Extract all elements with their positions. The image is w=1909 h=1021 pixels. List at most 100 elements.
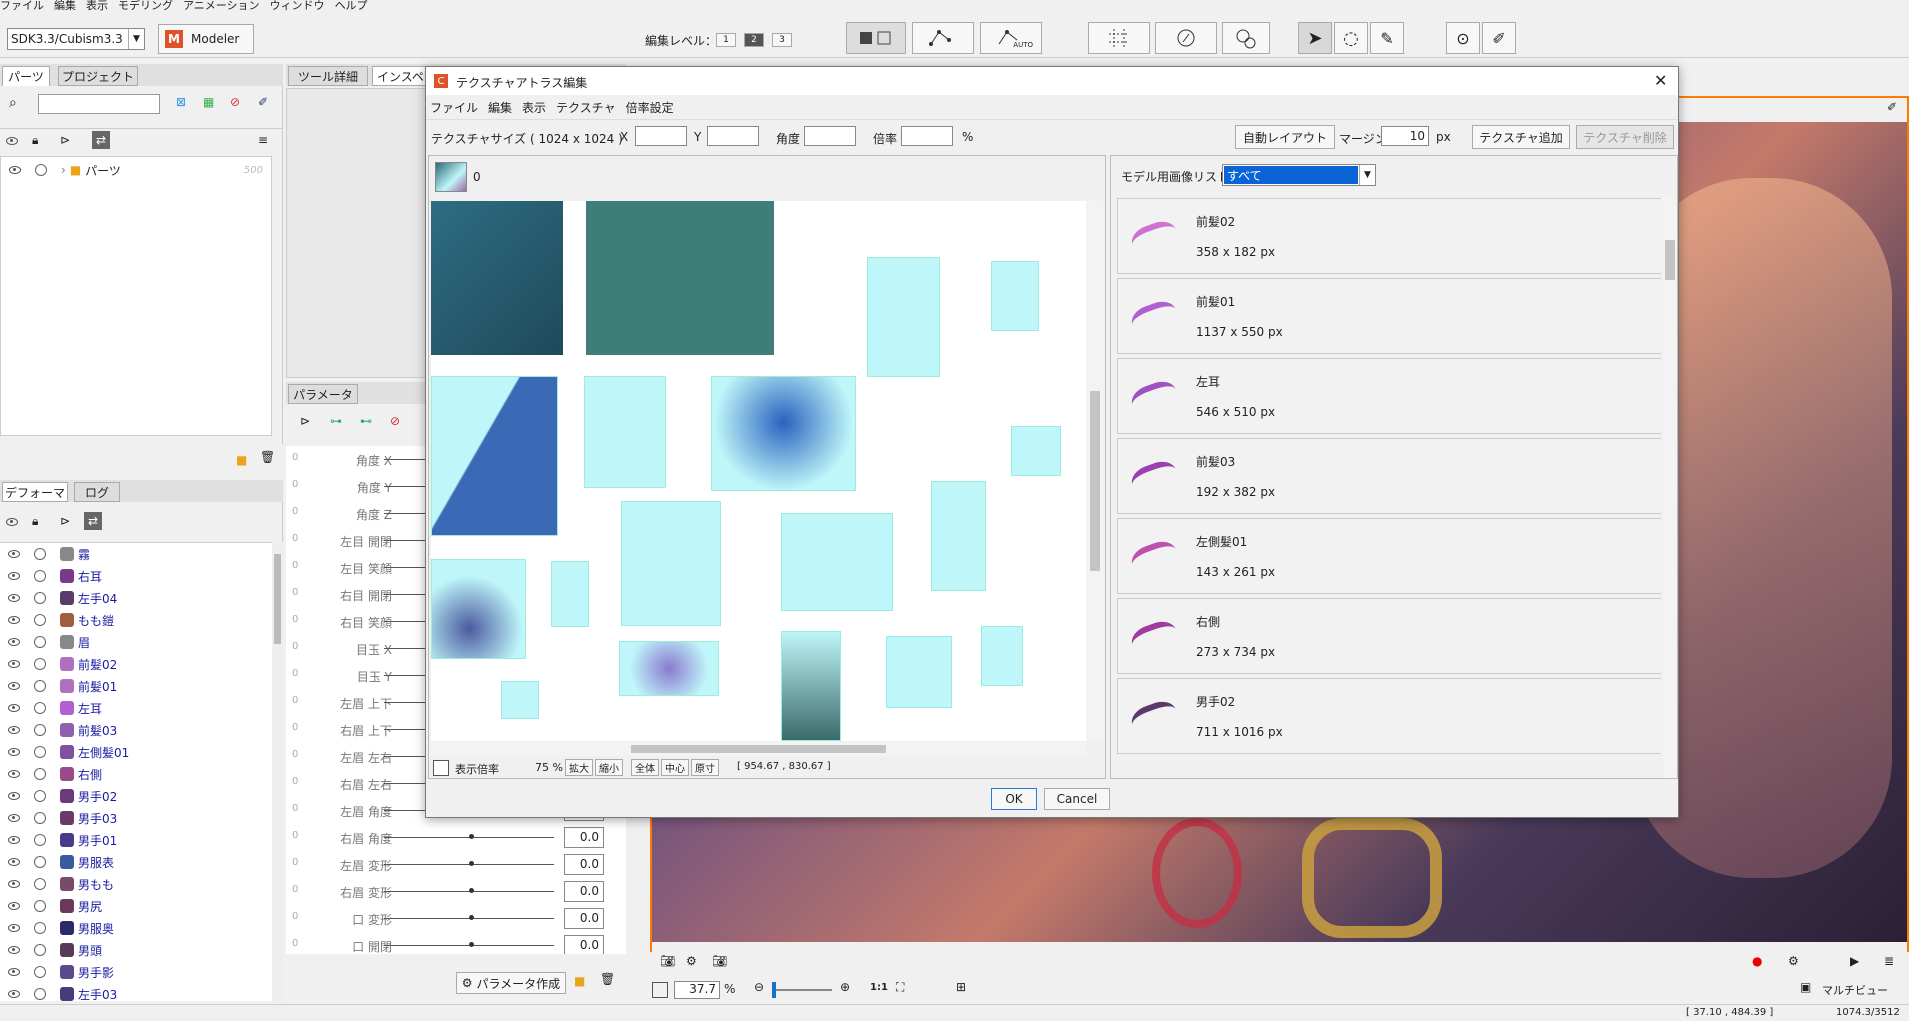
modeler-button[interactable]: M Modeler [158,24,254,54]
zoom-in-icon[interactable]: ⊕ [840,980,850,994]
chevron-down-icon[interactable]: ▼ [1359,165,1375,185]
image-list-item[interactable]: 男手02 711 x 1016 px [1117,678,1661,754]
eye-icon[interactable] [8,814,20,822]
filter-icon[interactable]: ⊠ [176,95,186,109]
tab-tool-details[interactable]: ツール詳細 [288,66,368,86]
atlas-thumbnail[interactable] [435,162,467,192]
parameter-value[interactable]: 0.0 [564,935,604,954]
visibility-circle[interactable] [35,164,47,176]
grid-tool-button[interactable] [1088,22,1150,54]
zoom-in-button[interactable]: 拡大 [565,759,593,776]
eye-icon[interactable] [8,638,20,646]
eye-icon[interactable] [8,880,20,888]
visibility-circle[interactable] [34,944,46,956]
margin-input[interactable]: 10 [1381,126,1429,146]
play-circle-icon[interactable]: ⊳ [60,133,70,147]
angle-input[interactable] [804,126,856,146]
menu-window[interactable]: ウィンドウ [270,0,325,12]
visibility-circle[interactable] [34,570,46,582]
menu-modeling[interactable]: モデリング [118,0,173,12]
menu-help[interactable]: ヘルプ [335,0,368,12]
dialog-menu-view[interactable]: 表示 [522,101,546,115]
visibility-circle[interactable] [34,834,46,846]
deformer-item[interactable]: 男服表 [0,851,272,873]
chevron-down-icon[interactable]: ▼ [128,29,144,49]
deform-tool-button[interactable] [912,22,974,54]
visibility-circle[interactable] [34,702,46,714]
edit-level-1[interactable]: 1 [716,33,736,47]
deformer-item[interactable]: 男手02 [0,785,272,807]
zoom-out-icon[interactable]: ⊖ [754,980,764,994]
chevron-right-icon[interactable]: › [61,163,66,177]
visibility-circle[interactable] [34,680,46,692]
deformer-item[interactable]: 男手01 [0,829,272,851]
tab-log[interactable]: ログ [74,482,120,502]
visibility-circle[interactable] [34,614,46,626]
deformer-item[interactable]: 男手03 [0,807,272,829]
visibility-circle[interactable] [34,658,46,670]
eye-icon[interactable] [8,968,20,976]
deformer-item[interactable]: 男もも [0,873,272,895]
eye-icon[interactable] [8,704,20,712]
menu-view[interactable]: 表示 [86,0,108,12]
add-three-keys-icon[interactable]: ⊷ [360,414,372,428]
eye-icon[interactable] [8,946,20,954]
deformer-item[interactable]: 霧 [0,543,272,565]
deformer-item[interactable]: 前髪02 [0,653,272,675]
atlas-canvas[interactable] [431,201,1086,741]
deformer-item[interactable]: 男服奥 [0,917,272,939]
menu-edit[interactable]: 編集 [54,0,76,12]
parts-search-input[interactable] [38,94,160,114]
edit-level-2[interactable]: 2 [744,33,764,47]
multiview-label[interactable]: マルチビュー [1822,982,1888,998]
no-entry-icon[interactable]: ⊘ [230,95,240,109]
center-button[interactable]: 中心 [661,759,689,776]
eye-icon[interactable] [8,550,20,558]
parameter-slider[interactable] [384,942,554,947]
deformer-item[interactable]: 男手影 [0,961,272,983]
pin-tool-button[interactable]: ✐ [1482,22,1516,54]
record-icon[interactable]: ● [1752,954,1762,968]
grid-view-icon[interactable]: ⊞ [956,980,966,994]
visibility-circle[interactable] [34,900,46,912]
visibility-circle[interactable] [34,812,46,824]
ratio-1-1-button[interactable]: 1:1 [870,982,888,993]
trash-icon[interactable]: 🗑︎ [260,450,275,464]
visibility-circle[interactable] [34,922,46,934]
pin-icon[interactable]: ✐ [1887,100,1897,114]
parameter-row[interactable]: 0 左眉 変形 0.0 [286,851,626,878]
edit-level-3[interactable]: 3 [772,33,792,47]
deformer-item[interactable]: 左手03 [0,983,272,1001]
lock-icon[interactable]: 🔒︎ [32,133,38,148]
visibility-circle[interactable] [34,878,46,890]
eye-icon[interactable] [8,616,20,624]
deformer-item[interactable]: 男尻 [0,895,272,917]
eye-icon[interactable] [8,682,20,690]
parameter-slider[interactable] [384,861,554,866]
eye-icon[interactable] [8,990,20,998]
deformer-item[interactable]: 前髪01 [0,675,272,697]
tab-parts[interactable]: パーツ [2,66,50,86]
eye-icon[interactable] [8,572,20,580]
parameter-row[interactable]: 0 右眉 角度 0.0 [286,824,626,851]
tab-inspector[interactable]: インスペ [372,66,432,86]
add-key-icon[interactable]: ⊶ [330,414,342,428]
select-arrow-button[interactable]: ➤ [1298,22,1332,54]
dialog-menu-edit[interactable]: 編集 [488,101,512,115]
zoom-input[interactable]: 37.7 [674,981,720,999]
tab-parameters[interactable]: パラメータ [288,384,358,404]
parts-root-item[interactable]: › ■ パーツ 500 [1,159,271,181]
create-parameter-button[interactable]: ⚙︎ パラメータ作成 [456,972,566,994]
new-folder-icon[interactable]: ■ [236,453,247,467]
atlas-vscrollbar[interactable] [1087,201,1103,741]
image-list-item[interactable]: 前髪03 192 x 382 px [1117,438,1661,514]
pen-tool-button[interactable] [1155,22,1217,54]
dialog-menu-scale-settings[interactable]: 倍率設定 [626,101,674,115]
eye-icon[interactable] [8,792,20,800]
parameter-value[interactable]: 0.0 [564,881,604,902]
ok-button[interactable]: OK [991,788,1037,810]
visibility-circle[interactable] [34,768,46,780]
hamburger-icon[interactable]: ≡ [258,133,268,147]
menu-animation[interactable]: アニメーション [183,0,260,12]
visibility-circle[interactable] [34,790,46,802]
